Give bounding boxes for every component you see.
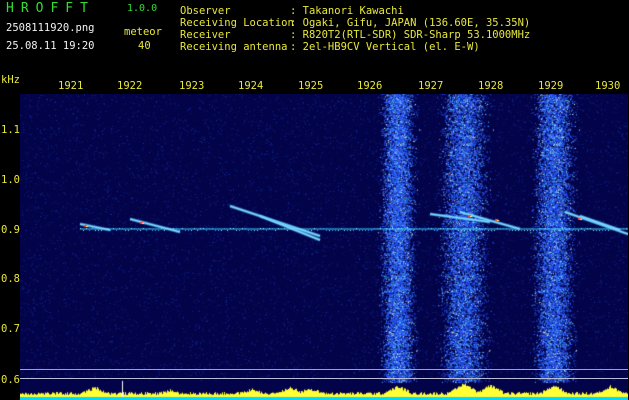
spectrogram [20,94,628,400]
info-value-observer: : Takanori Kawachi [290,5,404,17]
time-tick-label: 1929 [538,80,564,92]
info-label-location: Receiving Location [180,17,294,29]
app-version: 1.0.0 [127,3,158,14]
time-tick-label: 1925 [298,80,324,92]
image-timestamp: 25.08.11 19:20 [6,40,95,52]
image-filename: 2508111920.png [6,22,95,34]
freq-tick-label: 0.8 [1,273,20,285]
info-value-antenna: : 2el-HB9CV Vertical (el. E-W) [290,41,480,53]
meteor-label: meteor [124,26,162,38]
time-tick-label: 1921 [58,80,84,92]
freq-tick-label: 1.1 [1,124,20,136]
freq-tick-label: 0.9 [1,224,20,236]
time-tick-label: 1928 [478,80,504,92]
freq-unit-label: kHz [1,74,20,86]
threshold-line-lower [20,378,628,379]
time-tick-label: 1926 [357,80,383,92]
threshold-line-upper [20,369,628,370]
info-label-receiver: Receiver [180,29,231,41]
hrofft-window: HROFFT 1.0.0 2508111920.png 25.08.11 19:… [0,0,629,400]
freq-tick-label: 1.0 [1,174,20,186]
info-value-location: : Ogaki, Gifu, JAPAN (136.60E, 35.35N) [290,17,531,29]
freq-tick-label: 0.7 [1,323,20,335]
time-tick-label: 1922 [117,80,143,92]
freq-tick-label: 0.6 [1,374,20,386]
app-title: HROFFT [6,1,95,16]
info-label-antenna: Receiving antenna [180,41,288,53]
info-value-receiver: : R820T2(RTL-SDR) SDR-Sharp 53.1000MHz [290,29,531,41]
time-tick-label: 1924 [238,80,264,92]
time-tick-label: 1930 [595,80,621,92]
info-label-observer: Observer [180,5,231,17]
time-tick-label: 1927 [418,80,444,92]
time-tick-label: 1923 [179,80,205,92]
meteor-count: 40 [138,40,151,52]
